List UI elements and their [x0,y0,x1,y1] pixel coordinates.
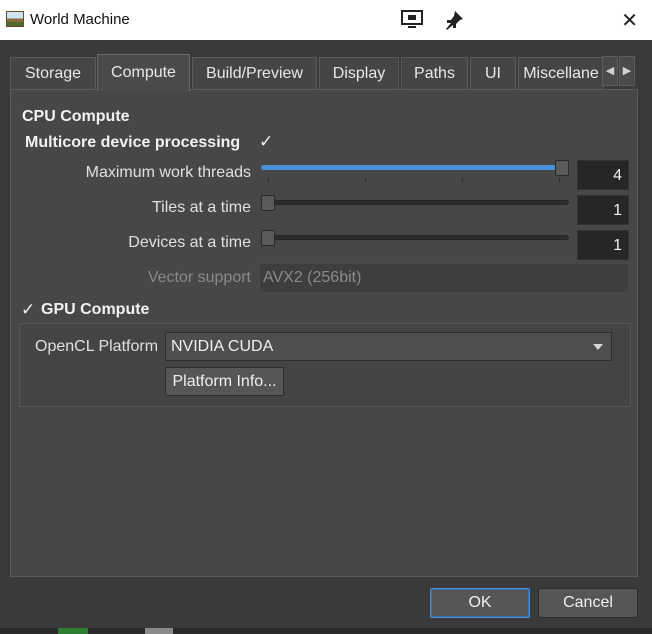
max-threads-label: Maximum work threads [85,164,251,181]
slider-tick [268,178,269,182]
cancel-button[interactable]: Cancel [538,588,638,618]
multicore-label: Multicore device processing [25,134,241,151]
slider-handle[interactable] [261,230,275,246]
opencl-platform-select[interactable]: NVIDIA CUDA [165,332,612,361]
tiles-label: Tiles at a time [152,199,251,216]
background-window-edge [0,628,652,634]
slider-tick [462,178,463,182]
devices-label: Devices at a time [128,234,251,251]
slider-handle[interactable] [261,195,275,211]
gpu-compute-checkbox[interactable]: ✓ [21,300,35,320]
vector-support-field: AVX2 (256bit) [259,263,629,293]
title-bar: World Machine ✕ [0,0,652,40]
slider-fill [261,165,562,170]
slider-handle[interactable] [555,160,569,176]
opencl-platform-label: OpenCL Platform [35,338,159,355]
close-icon[interactable]: ✕ [621,8,638,33]
monitor-icon[interactable] [400,9,424,31]
tab-paths[interactable]: Paths [401,57,468,90]
slider-ticks [261,178,569,182]
platform-info-button[interactable]: Platform Info... [165,367,284,396]
tab-ui[interactable]: UI [470,57,516,90]
window-title: World Machine [30,11,130,28]
tab-miscellaneous[interactable]: Miscellane [518,57,604,90]
multicore-checkbox[interactable]: ✓ [259,132,273,152]
chevron-down-icon [593,344,603,350]
pin-icon[interactable] [442,9,466,31]
tab-display[interactable]: Display [319,57,399,90]
slider-groove [261,200,569,205]
gpu-settings-group: OpenCL Platform NVIDIA CUDA Platform Inf… [19,323,631,407]
ok-button[interactable]: OK [430,588,530,618]
tab-bar: Storage Compute Build/Preview Display Pa… [10,54,636,91]
tab-compute[interactable]: Compute [97,54,190,91]
max-threads-slider[interactable] [261,160,569,182]
slider-tick [559,178,560,182]
opencl-platform-value: NVIDIA CUDA [171,338,274,355]
tab-scroll-left-icon[interactable]: ◀ [602,56,618,86]
vector-support-label: Vector support [147,269,251,286]
world-machine-app-icon [6,11,24,27]
max-threads-spinbox[interactable]: 4 [577,160,629,190]
cpu-compute-heading: CPU Compute [22,108,130,125]
devices-spinbox[interactable]: 1 [577,230,629,260]
tiles-slider[interactable] [261,195,569,211]
slider-tick [365,178,366,182]
tab-build-preview[interactable]: Build/Preview [192,57,317,90]
gpu-compute-heading: GPU Compute [41,301,150,318]
devices-slider[interactable] [261,230,569,246]
tab-scroll-right-icon[interactable]: ▶ [619,56,635,86]
compute-settings-panel: CPU Compute Multicore device processing … [10,89,638,577]
tiles-spinbox[interactable]: 1 [577,195,629,225]
tab-storage[interactable]: Storage [10,57,96,90]
slider-groove [261,235,569,240]
